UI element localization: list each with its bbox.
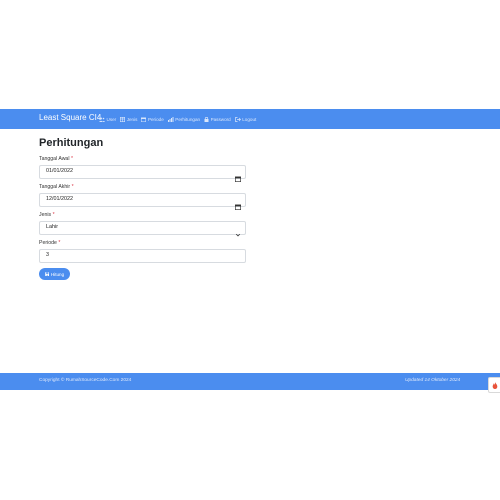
jenis-selected-value: Lahir <box>46 224 58 230</box>
footer-updated: Updated 14 Oktober 2024 <box>405 378 461 383</box>
nav-menu: User Jenis Periode Perhitungan Password <box>99 109 260 129</box>
main-content: Perhitungan Tanggal Awal * 01/01/2022 Ta… <box>39 136 246 280</box>
nav-item-user[interactable]: User <box>99 117 116 122</box>
required-marker: * <box>52 212 55 218</box>
tanggal-awal-label-text: Tanggal Awal <box>39 156 70 162</box>
calendar-icon <box>141 117 147 122</box>
periode-input[interactable]: 3 <box>39 249 246 263</box>
tanggal-awal-input[interactable]: 01/01/2022 <box>39 165 246 182</box>
save-icon <box>45 271 50 277</box>
nav-item-user-label: User <box>106 116 117 122</box>
nav-item-password-label: Password <box>210 116 231 122</box>
jenis-select[interactable]: Lahir <box>39 221 246 236</box>
jenis-group: Jenis * Lahir <box>39 212 246 236</box>
table-icon <box>120 116 126 122</box>
top-navbar: Least Square CI4 User Jenis Periode Perh… <box>0 109 500 129</box>
page-title: Perhitungan <box>39 137 104 149</box>
users-icon <box>99 117 105 122</box>
tanggal-awal-group: Tanggal Awal * 01/01/2022 <box>39 156 246 182</box>
periode-label: Periode * <box>39 240 246 247</box>
chart-icon <box>167 116 174 122</box>
logout-icon <box>234 116 241 122</box>
tanggal-akhir-value: 12/01/2022 <box>46 196 73 202</box>
nav-item-jenis-label: Jenis <box>126 116 138 122</box>
tanggal-akhir-group: Tanggal Akhir * 12/01/2022 <box>39 184 246 210</box>
hitung-button[interactable]: Hitung <box>39 268 70 280</box>
nav-item-periode-label: Periode <box>147 116 164 122</box>
required-marker: * <box>58 240 61 246</box>
navbar-brand[interactable]: Least Square CI4 <box>39 113 101 122</box>
nav-item-periode[interactable]: Periode <box>141 116 164 122</box>
jenis-label-text: Jenis <box>39 212 52 218</box>
lock-icon <box>204 116 209 122</box>
required-marker: * <box>70 156 73 162</box>
corner-widget[interactable] <box>488 377 500 393</box>
periode-value: 3 <box>46 252 49 258</box>
tanggal-akhir-label-text: Tanggal Akhir <box>39 184 71 190</box>
periode-group: Periode * 3 <box>39 240 246 263</box>
tanggal-awal-label: Tanggal Awal * <box>39 156 246 163</box>
nav-item-password[interactable]: Password <box>204 116 231 122</box>
tanggal-akhir-input[interactable]: 12/01/2022 <box>39 193 246 210</box>
nav-item-jenis[interactable]: Jenis <box>120 116 138 122</box>
periode-label-text: Periode <box>39 240 57 246</box>
flame-icon <box>492 376 498 394</box>
tanggal-awal-value: 01/01/2022 <box>46 168 73 174</box>
footer: Copyright © RumahSourceCode.Com 2024 Upd… <box>0 373 500 390</box>
nav-item-perhitungan[interactable]: Perhitungan <box>167 116 201 122</box>
nav-item-logout[interactable]: Logout <box>234 116 257 122</box>
tanggal-akhir-label: Tanggal Akhir * <box>39 184 246 191</box>
required-marker: * <box>71 184 74 190</box>
nav-item-logout-label: Logout <box>242 116 257 122</box>
hitung-button-label: Hitung <box>50 271 65 277</box>
footer-copyright: Copyright © RumahSourceCode.Com 2024 <box>39 378 132 383</box>
nav-item-perhitungan-label: Perhitungan <box>175 116 201 122</box>
jenis-label: Jenis * <box>39 212 246 219</box>
